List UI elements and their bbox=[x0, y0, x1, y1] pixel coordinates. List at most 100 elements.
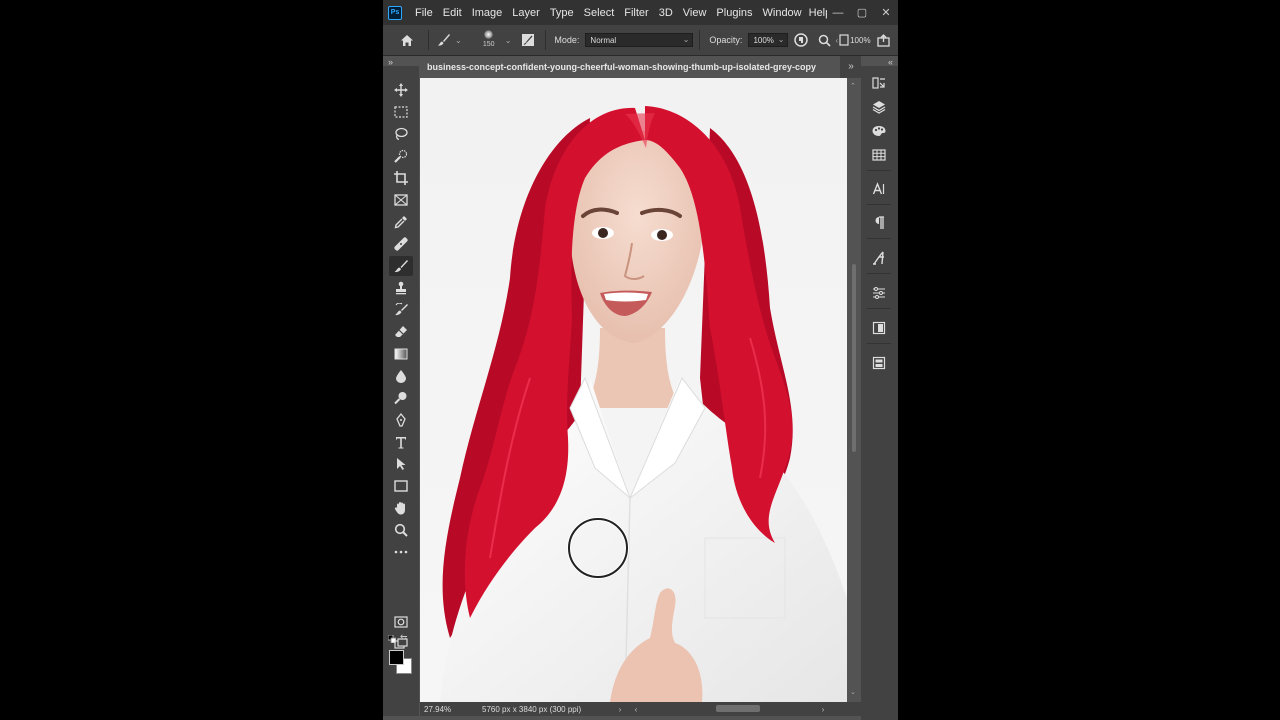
document-tab-row: business-concept-confident-young-cheerfu… bbox=[420, 56, 861, 78]
foreground-color-swatch[interactable] bbox=[389, 650, 404, 665]
frame-icon[interactable] bbox=[389, 190, 413, 210]
quick-mask-icon[interactable] bbox=[389, 612, 413, 632]
crop-icon[interactable] bbox=[389, 168, 413, 188]
menu-plugins[interactable]: Plugins bbox=[711, 7, 757, 19]
panel-separator bbox=[867, 170, 891, 171]
separator bbox=[545, 30, 547, 50]
photoshop-window: Ps File Edit Image Layer Type Select Fil… bbox=[383, 0, 898, 720]
portrait-photo bbox=[440, 106, 847, 702]
brush-tool-preset-icon[interactable] bbox=[433, 29, 455, 51]
properties-panel-icon[interactable] bbox=[869, 354, 889, 372]
opacity-label: Opacity: bbox=[709, 35, 743, 45]
status-bar: 27.94% 5760 px x 3840 px (300 ppi) › ‹ › bbox=[420, 702, 861, 716]
canvas-area[interactable] bbox=[420, 78, 850, 702]
search-icon[interactable] bbox=[813, 29, 835, 51]
eraser-icon[interactable] bbox=[389, 322, 413, 342]
glyphs-panel-icon[interactable] bbox=[869, 249, 889, 267]
libraries-panel-icon[interactable] bbox=[869, 319, 889, 337]
zoom-icon[interactable] bbox=[389, 520, 413, 540]
share-icon[interactable] bbox=[873, 29, 895, 51]
brush-icon[interactable] bbox=[389, 256, 413, 276]
vertical-scrollbar[interactable]: ⌃ ⌄ bbox=[849, 78, 859, 702]
brush-tip-icon bbox=[484, 30, 494, 39]
mode-label: Mode: bbox=[554, 35, 580, 45]
window-controls: — ▢ ✕ bbox=[826, 0, 898, 25]
panel-separator bbox=[867, 204, 891, 205]
menu-edit[interactable]: Edit bbox=[438, 7, 467, 19]
history-panel-icon[interactable] bbox=[869, 74, 889, 92]
brush-size-value: 150 bbox=[482, 41, 495, 48]
path-select-icon[interactable] bbox=[389, 454, 413, 474]
menu-help[interactable]: Help bbox=[807, 7, 827, 19]
close-button[interactable]: ✕ bbox=[874, 6, 898, 19]
vertical-scroll-thumb[interactable] bbox=[852, 264, 856, 452]
opacity-value: 100% bbox=[753, 35, 774, 45]
blend-mode-value: Normal bbox=[590, 35, 617, 45]
menu-image[interactable]: Image bbox=[467, 7, 508, 19]
pressure-opacity-icon[interactable] bbox=[790, 29, 812, 51]
zoom-level[interactable]: 27.94% bbox=[420, 705, 470, 714]
marquee-icon[interactable] bbox=[389, 102, 413, 122]
flow-icon bbox=[838, 29, 850, 51]
menu-view[interactable]: View bbox=[678, 7, 712, 19]
hand-icon[interactable] bbox=[389, 498, 413, 518]
maximize-button[interactable]: ▢ bbox=[850, 6, 874, 19]
scroll-left-icon[interactable]: ‹ bbox=[628, 705, 644, 714]
type-icon[interactable] bbox=[389, 432, 413, 452]
menu-window[interactable]: Window bbox=[758, 7, 807, 19]
healing-icon[interactable] bbox=[389, 234, 413, 254]
panel-separator bbox=[867, 343, 891, 344]
paragraph-panel-icon[interactable] bbox=[869, 214, 889, 232]
more-icon[interactable] bbox=[389, 542, 413, 562]
separator bbox=[699, 30, 701, 50]
brush-settings-icon[interactable] bbox=[517, 29, 539, 51]
menu-layer[interactable]: Layer bbox=[507, 7, 545, 19]
pen-icon[interactable] bbox=[389, 410, 413, 430]
chevron-down-icon[interactable]: ⌄ bbox=[505, 36, 512, 45]
status-menu-icon[interactable]: › bbox=[612, 705, 628, 714]
eyedropper-icon[interactable] bbox=[389, 212, 413, 232]
brush-cursor bbox=[568, 518, 628, 578]
home-icon[interactable] bbox=[396, 29, 418, 51]
layers-panel-icon[interactable] bbox=[869, 98, 889, 116]
dodge-icon[interactable] bbox=[389, 388, 413, 408]
quick-select-icon[interactable] bbox=[389, 146, 413, 166]
scroll-up-icon[interactable]: ⌃ bbox=[850, 82, 856, 90]
flow-value[interactable]: 100% bbox=[850, 36, 870, 45]
panel-separator bbox=[867, 308, 891, 309]
minimize-button[interactable]: — bbox=[826, 7, 850, 19]
tools-panel: ⇆ bbox=[383, 66, 419, 716]
swatches-panel-icon[interactable] bbox=[869, 146, 889, 164]
move-icon[interactable] bbox=[389, 80, 413, 100]
stamp-icon[interactable] bbox=[389, 278, 413, 298]
menu-select[interactable]: Select bbox=[579, 7, 620, 19]
rectangle-icon[interactable] bbox=[389, 476, 413, 496]
character-panel-icon[interactable] bbox=[869, 180, 889, 198]
menu-filter[interactable]: Filter bbox=[619, 7, 653, 19]
chevron-down-icon[interactable]: ⌄ bbox=[455, 36, 462, 45]
scroll-down-icon[interactable]: ⌄ bbox=[850, 688, 856, 696]
menu-file[interactable]: File bbox=[410, 7, 438, 19]
document-image bbox=[420, 78, 847, 702]
color-panel-icon[interactable] bbox=[869, 122, 889, 140]
adjustments-panel-icon[interactable] bbox=[869, 284, 889, 302]
document-info: 5760 px x 3840 px (300 ppi) bbox=[482, 704, 582, 714]
document-tab[interactable]: business-concept-confident-young-cheerfu… bbox=[420, 56, 840, 78]
opacity-input[interactable]: 100% ⌄ bbox=[748, 33, 789, 47]
photoshop-logo-icon: Ps bbox=[388, 5, 402, 20]
gradient-icon[interactable] bbox=[389, 344, 413, 364]
history-brush-icon[interactable] bbox=[389, 300, 413, 320]
blend-mode-select[interactable]: Normal ⌄ bbox=[585, 33, 694, 47]
brush-preset-picker[interactable]: 150 bbox=[476, 27, 502, 53]
menu-3d[interactable]: 3D bbox=[654, 7, 678, 19]
blur-icon[interactable] bbox=[389, 366, 413, 386]
panel-separator bbox=[867, 238, 891, 239]
lasso-icon[interactable] bbox=[389, 124, 413, 144]
horizontal-scroll-thumb[interactable] bbox=[716, 705, 760, 712]
chevron-down-icon: ⌄ bbox=[682, 35, 690, 44]
scroll-right-icon[interactable]: › bbox=[815, 705, 831, 714]
panel-separator bbox=[867, 273, 891, 274]
chevron-down-icon: ⌄ bbox=[777, 35, 785, 44]
tab-overflow-icon[interactable]: » bbox=[841, 56, 861, 78]
menu-type[interactable]: Type bbox=[545, 7, 579, 19]
